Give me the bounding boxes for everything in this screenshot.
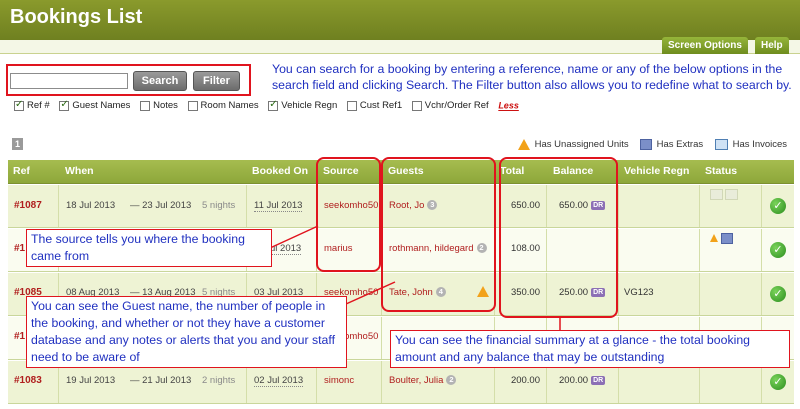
financial-callout: You can see the financial summary at a g… [390, 330, 790, 368]
source-callout: The source tells you where the booking c… [26, 229, 272, 267]
guests-callout: You can see the Guest name, the number o… [26, 296, 347, 368]
